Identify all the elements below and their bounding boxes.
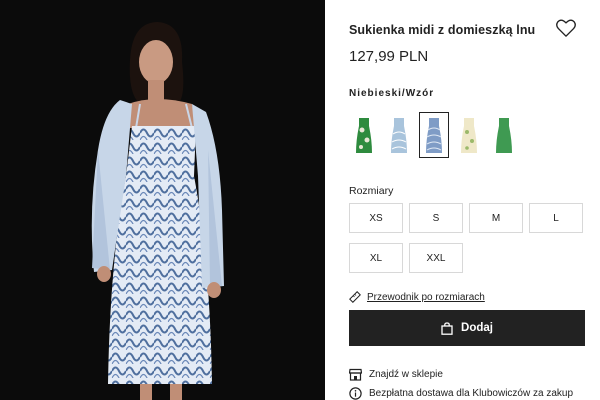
model-illustration	[0, 0, 325, 400]
info-icon	[349, 387, 362, 400]
product-photo[interactable]	[0, 0, 325, 400]
size-guide-label: Przewodnik po rozmiarach	[367, 291, 485, 303]
color-name: Niebieski/Wzór	[349, 88, 435, 99]
free-delivery-label: Bezpłatna dostawa dla Klubowiczów za zak…	[369, 388, 574, 399]
swatch-light-blue-print[interactable]	[384, 112, 414, 158]
swatch-green-solid[interactable]	[489, 112, 519, 158]
swatch-blue-pattern-dress	[426, 118, 442, 153]
color-swatches	[349, 112, 519, 158]
swatch-green-solid-dress	[496, 118, 512, 153]
ruler-icon	[349, 291, 361, 303]
size-option-xxl[interactable]: XXL	[409, 243, 463, 273]
swatch-light-blue-dress	[391, 118, 407, 153]
size-guide-link[interactable]: Przewodnik po rozmiarach	[349, 291, 485, 303]
swatch-blue-pattern[interactable]	[419, 112, 449, 158]
swatch-cream-floral[interactable]	[454, 112, 484, 158]
size-option-m[interactable]: M	[469, 203, 523, 233]
product-price: 127,99 PLN	[349, 48, 429, 65]
product-title: Sukienka midi z domieszką lnu	[349, 23, 536, 37]
add-to-cart-button[interactable]: Dodaj	[349, 310, 585, 346]
sizes-label: Rozmiary	[349, 185, 394, 197]
find-in-store-link[interactable]: Znajdź w sklepie	[349, 368, 443, 381]
favorite-button[interactable]	[555, 18, 579, 40]
size-option-s[interactable]: S	[409, 203, 463, 233]
size-option-l[interactable]: L	[529, 203, 583, 233]
free-delivery-info[interactable]: Bezpłatna dostawa dla Klubowiczów za zak…	[349, 387, 573, 400]
store-icon	[349, 368, 362, 381]
swatch-green-floral[interactable]	[349, 112, 379, 158]
size-selector: XS S M L XL XXL	[349, 203, 585, 273]
bag-icon	[441, 321, 453, 335]
product-details-panel: Sukienka midi z domieszką lnu 127,99 PLN…	[325, 0, 600, 400]
heart-icon	[556, 19, 576, 37]
size-option-xs[interactable]: XS	[349, 203, 403, 233]
size-option-xl[interactable]: XL	[349, 243, 403, 273]
swatch-green-floral-dress	[356, 118, 372, 153]
swatch-cream-floral-dress	[461, 118, 477, 153]
add-to-cart-label: Dodaj	[461, 322, 493, 334]
find-in-store-label: Znajdź w sklepie	[369, 369, 443, 380]
